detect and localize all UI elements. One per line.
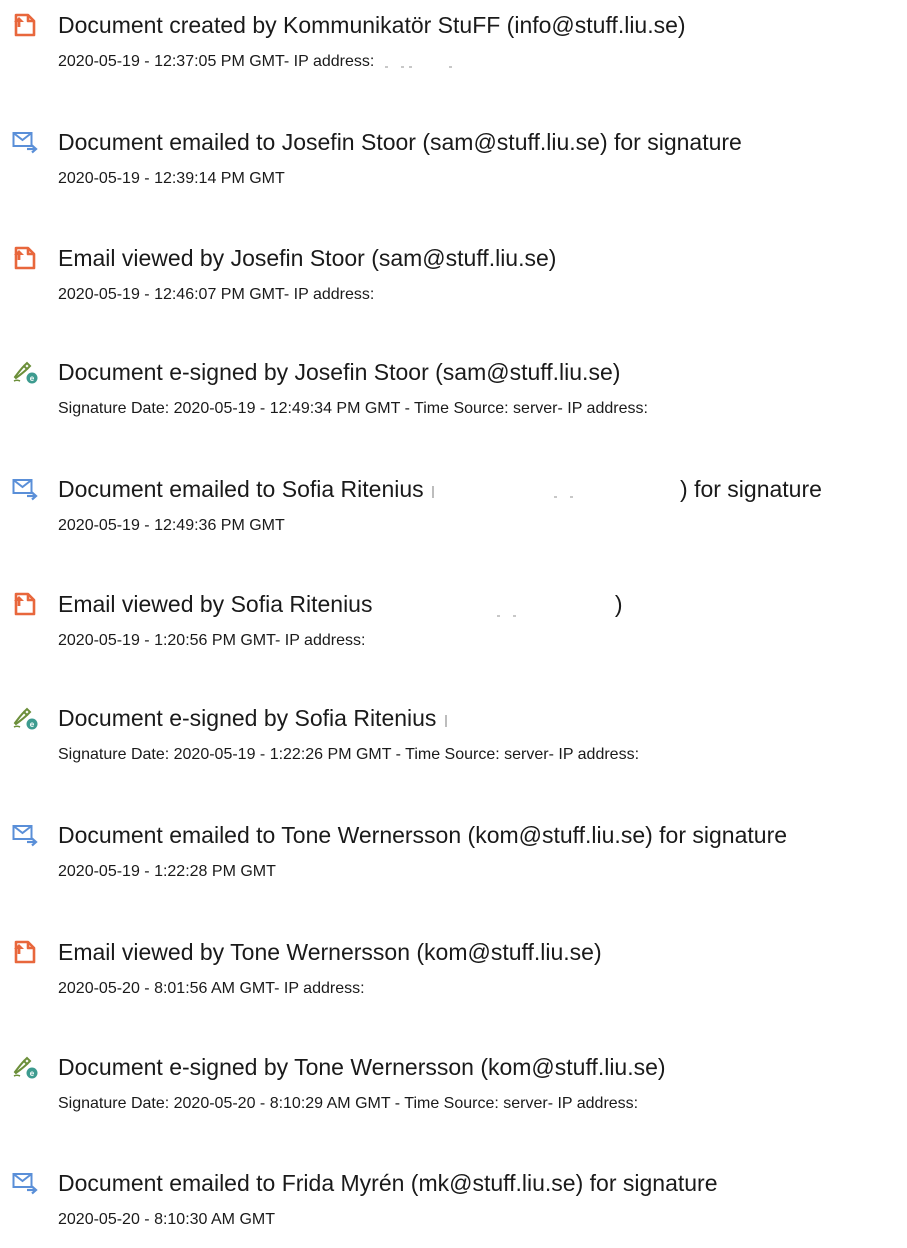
- entry-detail: 2020-05-20 - 8:10:30 AM GMT: [58, 1211, 275, 1228]
- entry-detail: 2020-05-19 - 1:22:28 PM GMT: [58, 863, 276, 880]
- entry-title: Email viewed by Sofia Ritenius ): [58, 589, 623, 619]
- audit-entry: e Document e-signed by Tone Wernersson (…: [0, 1052, 907, 1132]
- entry-detail: 2020-05-19 - 1:20:56 PM GMT- IP address:: [58, 632, 366, 649]
- entry-title: Document emailed to Tone Wernersson (kom…: [58, 822, 788, 848]
- entry-detail: 2020-05-19 - 12:49:36 PM GMT: [58, 517, 285, 534]
- audit-entry: Document emailed to Tone Wernersson (kom…: [0, 820, 907, 900]
- entry-detail: Signature Date: 2020-05-20 - 8:10:29 AM …: [58, 1095, 639, 1112]
- entry-title-text: Document e-signed by Sofia Ritenius: [58, 705, 437, 731]
- audit-entry: Email viewed by Josefin Stoor (sam@stuff…: [0, 243, 907, 323]
- envelope-arrow-icon: [12, 476, 38, 502]
- redacted-email: [430, 480, 680, 502]
- envelope-arrow-icon: [12, 1170, 38, 1196]
- audit-entry: Email viewed by Tone Wernersson (kom@stu…: [0, 937, 907, 1017]
- entry-title: Document emailed to Sofia Ritenius ) for…: [58, 474, 822, 504]
- entry-title: Email viewed by Tone Wernersson (kom@stu…: [58, 939, 602, 965]
- redacted-email: [443, 709, 453, 731]
- entry-detail: 2020-05-20 - 8:01:56 AM GMT- IP address:: [58, 980, 365, 997]
- audit-entry: Document created by Kommunikatör StuFF (…: [0, 10, 907, 90]
- entry-title-text: Email viewed by Sofia Ritenius: [58, 591, 373, 617]
- pen-sign-icon: e: [12, 705, 38, 731]
- entry-title: Document e-signed by Sofia Ritenius: [58, 703, 453, 733]
- entry-detail-text: 2020-05-19 - 12:37:05 PM GMT- IP address…: [58, 53, 375, 70]
- pen-sign-icon: e: [12, 359, 38, 385]
- audit-entry: Document emailed to Frida Myrén (mk@stuf…: [0, 1168, 907, 1248]
- envelope-arrow-icon: [12, 129, 38, 155]
- document-icon: [12, 591, 38, 617]
- entry-title: Document e-signed by Josefin Stoor (sam@…: [58, 359, 621, 385]
- entry-detail: 2020-05-19 - 12:46:07 PM GMT- IP address…: [58, 286, 375, 303]
- svg-text:e: e: [30, 1069, 35, 1078]
- redacted-email: [379, 595, 615, 617]
- entry-title-text: Document emailed to Sofia Ritenius: [58, 476, 424, 502]
- entry-title: Document created by Kommunikatör StuFF (…: [58, 12, 686, 38]
- entry-detail: 2020-05-19 - 12:39:14 PM GMT: [58, 170, 285, 187]
- entry-title: Document emailed to Frida Myrén (mk@stuf…: [58, 1170, 718, 1196]
- entry-title: Document e-signed by Tone Wernersson (ko…: [58, 1054, 666, 1080]
- entry-title: Document emailed to Josefin Stoor (sam@s…: [58, 129, 742, 155]
- audit-entry: e Document e-signed by Sofia Ritenius Si…: [0, 703, 907, 783]
- audit-entry: Document emailed to Josefin Stoor (sam@s…: [0, 127, 907, 207]
- audit-entry: Document emailed to Sofia Ritenius ) for…: [0, 474, 907, 554]
- entry-detail: 2020-05-19 - 12:37:05 PM GMT- IP address…: [58, 52, 459, 72]
- entry-detail: Signature Date: 2020-05-19 - 12:49:34 PM…: [58, 400, 648, 417]
- audit-entry: Email viewed by Sofia Ritenius ) 2020-05…: [0, 589, 907, 669]
- entry-title-tail: ) for signature: [680, 476, 822, 502]
- svg-text:e: e: [30, 374, 35, 383]
- document-icon: [12, 12, 38, 38]
- entry-detail: Signature Date: 2020-05-19 - 1:22:26 PM …: [58, 746, 640, 763]
- audit-entry: e Document e-signed by Josefin Stoor (sa…: [0, 357, 907, 437]
- redacted-ip: [379, 54, 459, 70]
- entry-title: Email viewed by Josefin Stoor (sam@stuff…: [58, 245, 557, 271]
- envelope-arrow-icon: [12, 822, 38, 848]
- entry-title-tail: ): [614, 591, 623, 617]
- pen-sign-icon: e: [12, 1054, 38, 1080]
- document-icon: [12, 245, 38, 271]
- document-icon: [12, 939, 38, 965]
- svg-text:e: e: [30, 720, 35, 729]
